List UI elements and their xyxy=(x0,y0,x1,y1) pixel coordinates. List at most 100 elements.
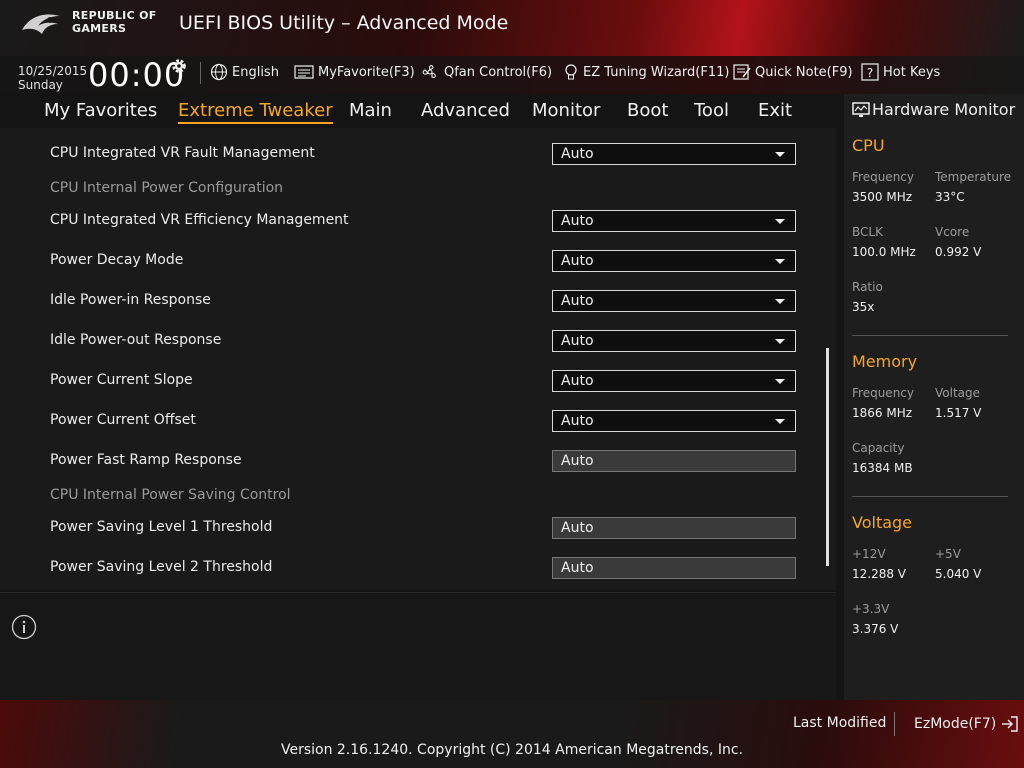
cpu-temperature-value: 33°C xyxy=(935,190,965,204)
favorite-list-icon xyxy=(294,65,314,79)
vcore-value: 0.992 V xyxy=(935,245,982,259)
setting-label[interactable]: Power Fast Ramp Response xyxy=(50,452,242,468)
section-heading: CPU Internal Power Saving Control xyxy=(50,487,291,503)
chevron-down-icon xyxy=(775,379,785,384)
chevron-down-icon xyxy=(775,419,785,424)
capacity-value: 16384 MB xyxy=(852,461,913,475)
day-text: Sunday xyxy=(18,78,63,92)
setting-label[interactable]: Power Decay Mode xyxy=(50,252,183,268)
setting-label[interactable]: Power Saving Level 2 Threshold xyxy=(50,559,272,575)
v5-value: 5.040 V xyxy=(935,567,982,581)
copyright-text: Version 2.16.1240. Copyright (C) 2014 Am… xyxy=(280,742,744,758)
setting-label[interactable]: CPU Integrated VR Fault Management xyxy=(50,145,315,161)
v33-label: +3.3V xyxy=(852,602,890,616)
setting-label[interactable]: Power Current Slope xyxy=(50,372,193,388)
setting-text-field[interactable]: Auto xyxy=(552,557,796,579)
memory-frequency-value: 1866 MHz xyxy=(852,406,913,420)
help-icon: ? xyxy=(861,63,879,81)
tab-my-favorites[interactable]: My Favorites xyxy=(44,100,157,121)
divider xyxy=(852,335,1008,336)
setting-dropdown[interactable]: Auto xyxy=(552,210,796,232)
tab-exit[interactable]: Exit xyxy=(758,100,792,121)
app-title: UEFI BIOS Utility – Advanced Mode xyxy=(179,12,509,34)
myfavorite-button[interactable]: MyFavorite(F3) xyxy=(294,62,415,82)
chevron-down-icon xyxy=(775,339,785,344)
ezmode-label: EzMode(F7) xyxy=(914,716,997,732)
date-display: 10/25/2015 Sunday xyxy=(18,64,87,92)
setting-dropdown[interactable]: Auto xyxy=(552,143,796,165)
voltage-section-title: Voltage xyxy=(852,513,913,532)
setting-label[interactable]: Idle Power-out Response xyxy=(50,332,221,348)
quick-note-label: Quick Note(F9) xyxy=(755,64,853,80)
tab-extreme-tweaker[interactable]: Extreme Tweaker xyxy=(178,100,333,124)
setting-dropdown[interactable]: Auto xyxy=(552,250,796,272)
capacity-label: Capacity xyxy=(852,441,905,455)
lightbulb-icon xyxy=(565,64,577,80)
ratio-label: Ratio xyxy=(852,280,883,294)
setting-dropdown[interactable]: Auto xyxy=(552,410,796,432)
note-icon xyxy=(733,64,751,80)
brand-name: REPUBLIC OF GAMERS xyxy=(72,9,157,35)
monitor-icon xyxy=(852,102,870,117)
language-label: English xyxy=(232,64,279,80)
dropdown-value: Auto xyxy=(561,333,594,349)
divider xyxy=(852,496,1008,497)
chevron-down-icon xyxy=(775,152,785,157)
settings-scrollbar[interactable] xyxy=(826,348,829,566)
qfan-label: Qfan Control(F6) xyxy=(444,64,553,80)
v33-value: 3.376 V xyxy=(852,622,899,636)
hot-keys-label: Hot Keys xyxy=(883,64,941,80)
ez-tuning-label: EZ Tuning Wizard(F11) xyxy=(583,64,730,80)
dropdown-value: Auto xyxy=(561,373,594,389)
setting-dropdown[interactable]: Auto xyxy=(552,290,796,312)
tab-tool[interactable]: Tool xyxy=(694,100,729,121)
svg-text:?: ? xyxy=(867,66,873,80)
tab-advanced[interactable]: Advanced xyxy=(421,100,510,121)
setting-dropdown[interactable]: Auto xyxy=(552,330,796,352)
ezmode-button[interactable]: EzMode(F7) xyxy=(914,715,1019,733)
hot-keys-button[interactable]: ? Hot Keys xyxy=(861,62,940,82)
setting-label[interactable]: Idle Power-in Response xyxy=(50,292,211,308)
last-modified-button[interactable]: Last Modified xyxy=(793,715,886,731)
cpu-section-title: CPU xyxy=(852,136,885,155)
memory-voltage-value: 1.517 V xyxy=(935,406,982,420)
chevron-down-icon xyxy=(775,259,785,264)
brand-line-1: REPUBLIC OF xyxy=(72,9,157,22)
divider xyxy=(894,712,895,736)
dropdown-value: Auto xyxy=(561,146,594,162)
v12-value: 12.288 V xyxy=(852,567,907,581)
rog-logo-icon xyxy=(22,14,60,35)
ez-tuning-button[interactable]: EZ Tuning Wizard(F11) xyxy=(563,62,729,82)
qfan-button[interactable]: Qfan Control(F6) xyxy=(420,62,552,82)
setting-text-field[interactable]: Auto xyxy=(552,517,796,539)
setting-label[interactable]: Power Current Offset xyxy=(50,412,196,428)
dropdown-value: Auto xyxy=(561,413,594,429)
cpu-temperature-label: Temperature xyxy=(935,170,1012,184)
gear-icon[interactable] xyxy=(170,57,188,75)
section-heading: CPU Internal Power Configuration xyxy=(50,180,284,196)
dropdown-value: Auto xyxy=(561,293,594,309)
globe-icon xyxy=(210,63,228,81)
tab-main[interactable]: Main xyxy=(349,100,392,121)
fan-icon xyxy=(422,65,436,78)
dropdown-value: Auto xyxy=(561,253,594,269)
tab-boot[interactable]: Boot xyxy=(627,100,668,121)
bclk-value: 100.0 MHz xyxy=(852,245,916,259)
setting-dropdown[interactable]: Auto xyxy=(552,370,796,392)
setting-label[interactable]: Power Saving Level 1 Threshold xyxy=(50,519,272,535)
v5-label: +5V xyxy=(935,547,961,561)
ratio-value: 35x xyxy=(852,300,875,314)
setting-label[interactable]: CPU Integrated VR Efficiency Management xyxy=(50,212,349,228)
cpu-frequency-label: Frequency xyxy=(852,170,914,184)
language-button[interactable]: English xyxy=(210,62,279,82)
myfavorite-label: MyFavorite(F3) xyxy=(318,64,415,80)
help-description-area xyxy=(0,592,836,701)
tab-monitor[interactable]: Monitor xyxy=(532,100,600,121)
hardware-monitor-title: Hardware Monitor xyxy=(872,100,1016,119)
memory-frequency-label: Frequency xyxy=(852,386,914,400)
chevron-down-icon xyxy=(775,299,785,304)
quick-note-button[interactable]: Quick Note(F9) xyxy=(733,62,853,82)
memory-section-title: Memory xyxy=(852,352,918,371)
setting-text-field[interactable]: Auto xyxy=(552,450,796,472)
dropdown-value: Auto xyxy=(561,213,594,229)
